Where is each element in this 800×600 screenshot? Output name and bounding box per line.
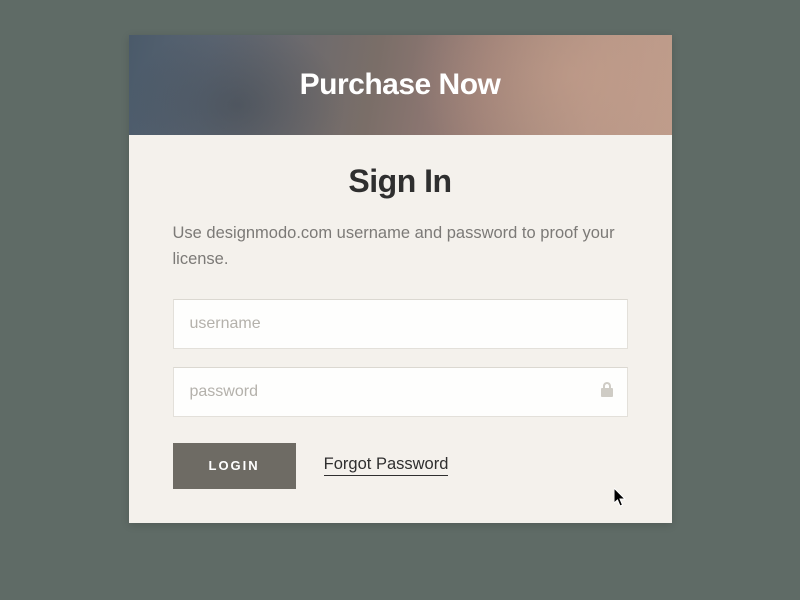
username-input[interactable]: [173, 299, 628, 349]
signin-card: Purchase Now Sign In Use designmodo.com …: [129, 35, 672, 523]
password-field-wrap: [173, 367, 628, 417]
login-button[interactable]: LOGIN: [173, 443, 296, 489]
username-field-wrap: [173, 299, 628, 349]
signin-title: Sign In: [173, 163, 628, 200]
password-input[interactable]: [173, 367, 628, 417]
actions-row: LOGIN Forgot Password: [173, 443, 628, 489]
forgot-password-link[interactable]: Forgot Password: [324, 455, 449, 476]
signin-instruction: Use designmodo.com username and password…: [173, 220, 628, 273]
card-header: Purchase Now: [129, 35, 672, 135]
header-title: Purchase Now: [300, 68, 501, 102]
card-content: Sign In Use designmodo.com username and …: [129, 135, 672, 523]
